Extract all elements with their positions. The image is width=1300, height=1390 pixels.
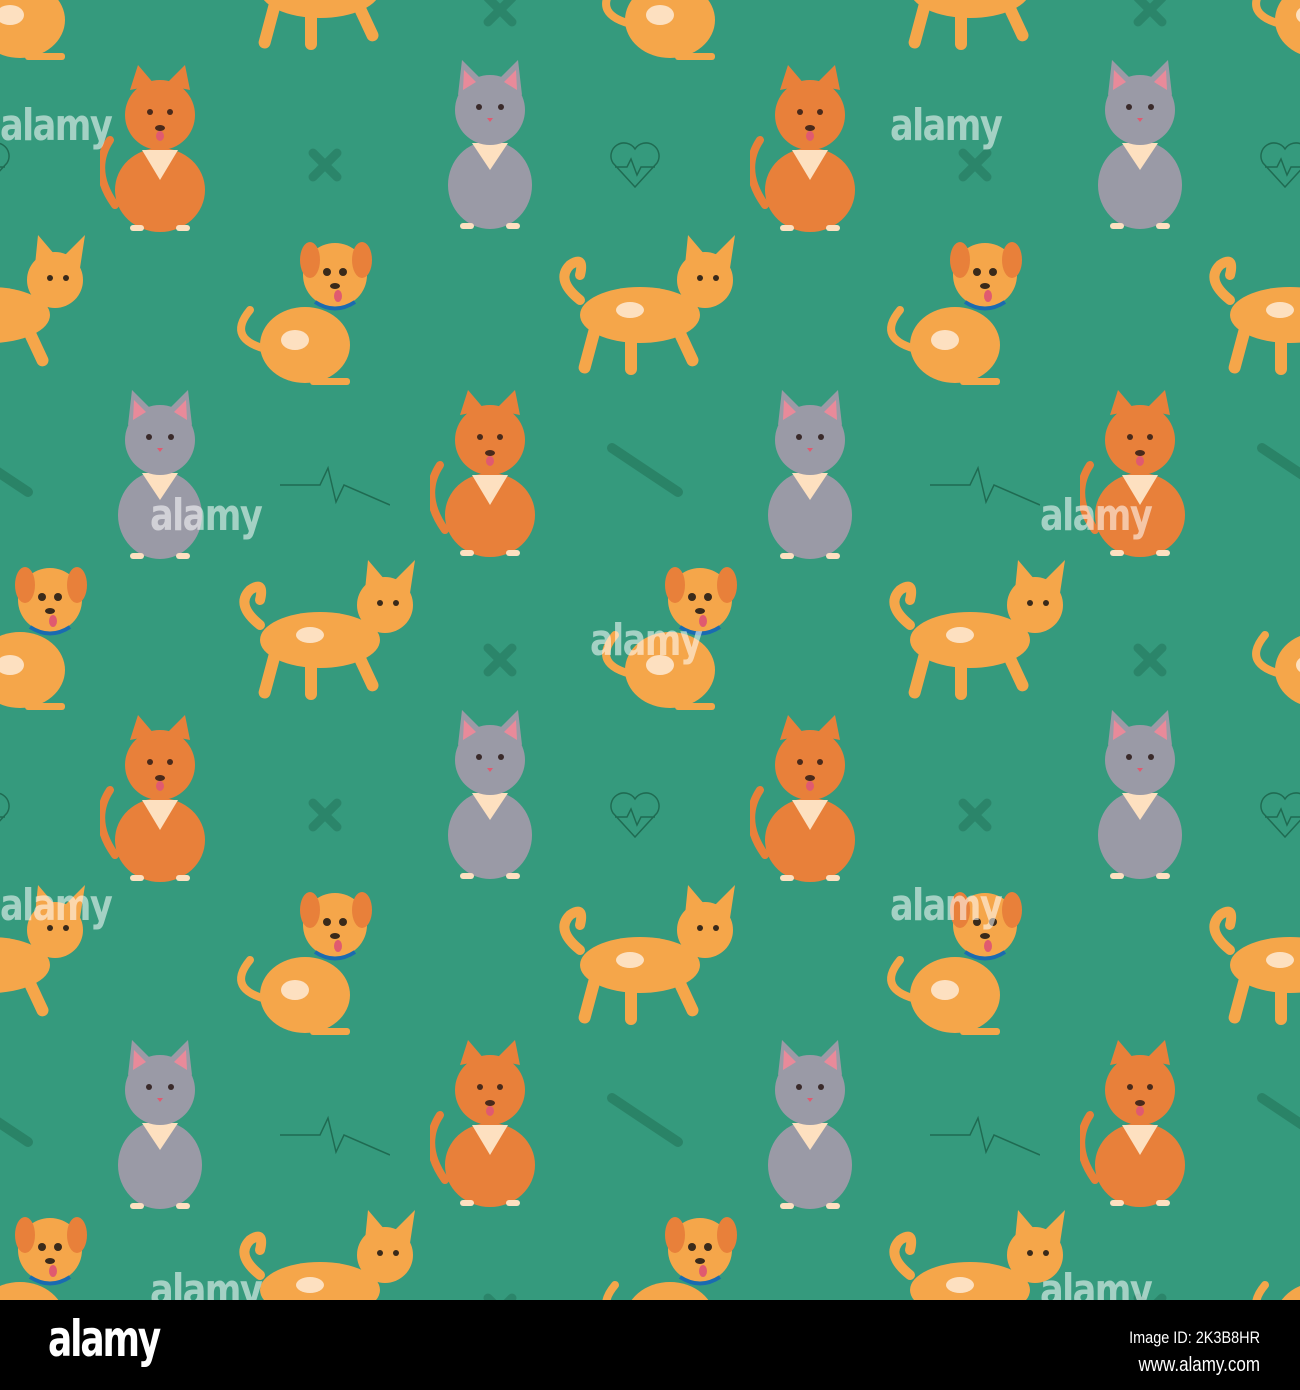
- alamy-logo: alamy: [48, 1310, 161, 1368]
- watermark: alamy: [890, 100, 1003, 151]
- watermark: alamy: [1040, 490, 1153, 541]
- image-id: Image ID: 2K3B8HR: [1129, 1328, 1260, 1347]
- watermark: alamy: [0, 100, 113, 151]
- site-url: www.alamy.com: [1138, 1354, 1260, 1376]
- watermark: alamy: [590, 615, 703, 666]
- watermark: alamy: [150, 490, 263, 541]
- footer-bar: alamy Image ID: 2K3B8HR www.alamy.com: [0, 1300, 1300, 1390]
- watermark: alamy: [890, 880, 1003, 931]
- watermark: alamy: [0, 880, 113, 931]
